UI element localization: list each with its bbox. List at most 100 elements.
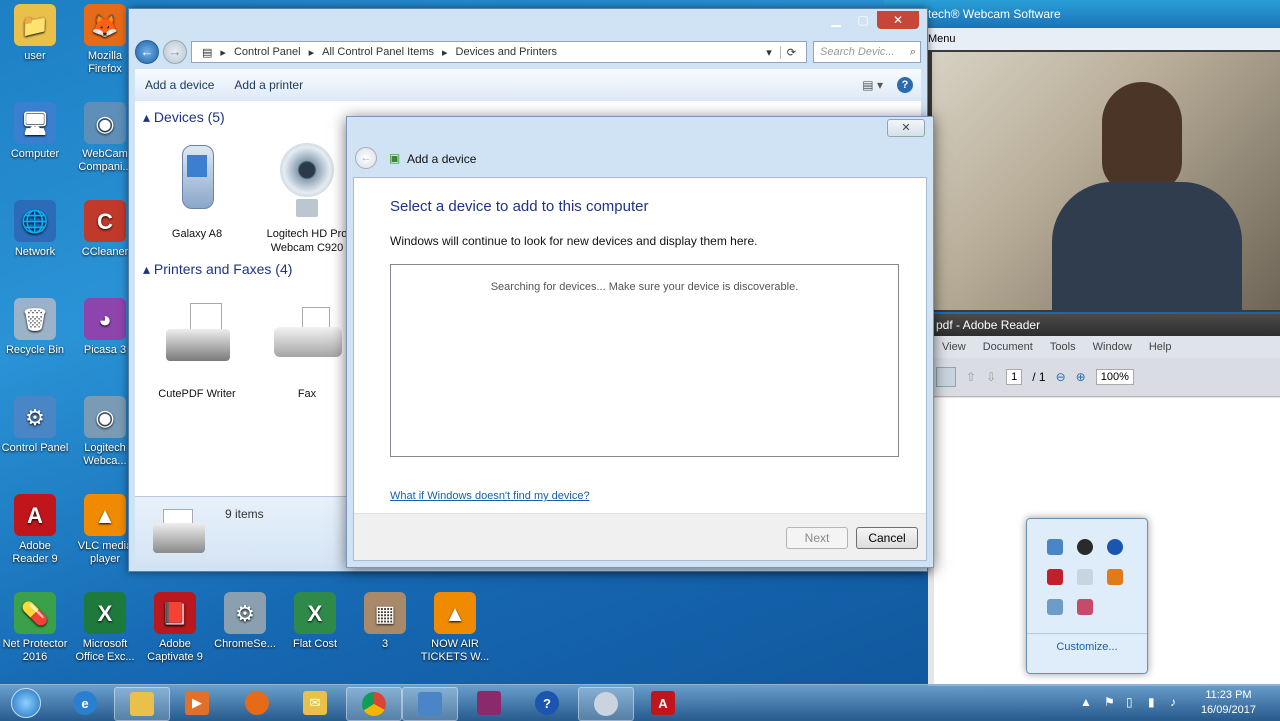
desktop-icon-glyph: ▲: [434, 592, 476, 634]
maximize-button[interactable]: ▢: [850, 11, 876, 29]
desktop-icon[interactable]: 📕 Adobe Captivate 9: [140, 592, 210, 664]
chrome-icon: [362, 692, 386, 716]
desktop-icon[interactable]: ⚙ Control Panel: [0, 396, 70, 455]
page-up-icon[interactable]: ⇧: [966, 370, 976, 384]
desktop-icon-glyph: 📁: [14, 4, 56, 46]
reader-menu-view[interactable]: View: [942, 341, 966, 353]
taskbar-ie[interactable]: e: [58, 687, 112, 719]
back-button[interactable]: ←: [135, 40, 159, 64]
search-input[interactable]: Search Devic... ⌕: [813, 41, 921, 63]
mail-icon: ✉: [303, 691, 327, 715]
print-icon[interactable]: [936, 367, 956, 387]
taskbar-winrar[interactable]: [462, 687, 516, 719]
desktop-icon[interactable]: 🌐 Network: [0, 200, 70, 259]
devices-group-header[interactable]: ▴ Devices (5): [143, 109, 225, 126]
taskbar-chrome[interactable]: [346, 687, 402, 721]
webcam-video-feed: [932, 52, 1280, 310]
device-list[interactable]: Searching for devices... Make sure your …: [390, 264, 899, 457]
desktop-icon[interactable]: A Adobe Reader 9: [0, 494, 70, 566]
address-dropdown-icon[interactable]: ▾: [766, 46, 772, 59]
taskbar-outlook[interactable]: ✉: [288, 687, 342, 719]
desktop-icon[interactable]: ▦ 3: [350, 592, 420, 651]
device-galaxy-a8[interactable]: Galaxy A8: [147, 141, 247, 241]
desktop-icon-glyph: 🗑: [14, 298, 56, 340]
add-printer-button[interactable]: Add a printer: [224, 78, 313, 92]
help-icon[interactable]: ?: [897, 77, 913, 93]
close-button[interactable]: ✕: [877, 11, 919, 29]
search-tray-icon[interactable]: [1047, 569, 1063, 585]
taskbar-media[interactable]: ▶: [170, 687, 224, 719]
printer-cutepdf[interactable]: CutePDF Writer: [147, 301, 247, 401]
webcam-tray-icon[interactable]: [1077, 569, 1093, 585]
taskbar-firefox[interactable]: [230, 687, 284, 719]
add-device-button[interactable]: Add a device: [135, 78, 224, 92]
add-device-dialog[interactable]: ✕ ← ▣ Add a device Select a device to ad…: [346, 116, 934, 568]
devices-group-label: Devices (5): [153, 109, 225, 125]
desktop-icon[interactable]: X Flat Cost: [280, 592, 350, 651]
desktop-icon[interactable]: ⚙ ChromeSe...: [210, 592, 280, 651]
reader-menu-bar: View Document Tools Window Help: [928, 336, 1280, 358]
breadcrumb-control-panel[interactable]: Control Panel: [234, 46, 301, 58]
zoom-out-icon[interactable]: ⊖: [1056, 370, 1066, 384]
desktop-icon[interactable]: X Microsoft Office Exc...: [70, 592, 140, 664]
reader-menu-window[interactable]: Window: [1093, 341, 1132, 353]
desktop-icon[interactable]: ▲ NOW AIR TICKETS W...: [420, 592, 490, 664]
app-tray-icon[interactable]: [1077, 599, 1093, 615]
desktop-icon-label: Network: [14, 246, 56, 258]
printer-fax[interactable]: Fax: [257, 301, 357, 401]
taskbar-control-panel[interactable]: [402, 687, 458, 721]
webcam-software-window[interactable]: tech® Webcam Software Menu: [884, 0, 1280, 312]
next-button[interactable]: Next: [786, 527, 848, 549]
refresh-icon[interactable]: ⟳: [779, 45, 802, 59]
device-logitech-webcam[interactable]: Logitech HD Pro Webcam C920: [257, 141, 357, 255]
taskbar-adobe-reader[interactable]: A: [636, 687, 690, 719]
dialog-back-button[interactable]: ←: [355, 147, 377, 169]
reader-menu-document[interactable]: Document: [983, 341, 1033, 353]
page-down-icon[interactable]: ⇩: [986, 370, 996, 384]
taskbar-help[interactable]: ?: [520, 687, 574, 719]
reader-menu-help[interactable]: Help: [1149, 341, 1172, 353]
minimize-button[interactable]: ▁: [823, 11, 849, 29]
address-bar[interactable]: ▤ ▸ Control Panel ▸ All Control Panel It…: [191, 41, 807, 63]
user-tray-icon[interactable]: [1077, 539, 1093, 555]
zoom-level[interactable]: 100%: [1095, 369, 1134, 385]
breadcrumb-all-items[interactable]: All Control Panel Items: [322, 46, 434, 58]
action-center-icon[interactable]: ⚑: [1104, 695, 1115, 709]
reader-menu-tools[interactable]: Tools: [1050, 341, 1076, 353]
phone-icon: [162, 141, 232, 221]
cancel-button[interactable]: Cancel: [856, 527, 918, 549]
power-icon[interactable]: ▯: [1126, 695, 1133, 709]
printers-group-header[interactable]: ▴ Printers and Faxes (4): [143, 261, 292, 278]
breadcrumb-devices-printers[interactable]: Devices and Printers: [456, 46, 558, 58]
desktop-icon[interactable]: 🖥 Computer: [0, 102, 70, 161]
security-tray-icon[interactable]: [1107, 569, 1123, 585]
start-button[interactable]: [6, 687, 46, 719]
taskbar-webcam[interactable]: [578, 687, 634, 721]
volume-icon[interactable]: ♪: [1170, 695, 1176, 709]
show-hidden-icons-icon[interactable]: ▲: [1080, 695, 1092, 709]
desktop-icon[interactable]: 📁 user: [0, 4, 70, 63]
page-number-input[interactable]: 1: [1006, 369, 1023, 385]
view-options-icon[interactable]: ▤ ▾: [862, 78, 883, 92]
desktop-icon-glyph: 📕: [154, 592, 196, 634]
search-icon[interactable]: ⌕: [910, 42, 916, 62]
webcam-menu[interactable]: Menu: [884, 28, 1280, 50]
help-link[interactable]: What if Windows doesn't find my device?: [390, 490, 590, 502]
dialog-close-button[interactable]: ✕: [887, 119, 925, 137]
address-bar-row: ← → ▤ ▸ Control Panel ▸ All Control Pane…: [135, 39, 921, 65]
fax-icon: [272, 301, 342, 381]
desktop-icon-label: Microsoft Office Exc...: [75, 638, 135, 663]
desktop-icon-label: Computer: [10, 148, 60, 160]
desktop-icon[interactable]: 💊 Net Protector 2016: [0, 592, 70, 664]
desktop-icon[interactable]: 🗑 Recycle Bin: [0, 298, 70, 357]
firefox-icon: [245, 691, 269, 715]
network-signal-icon[interactable]: ▮: [1148, 695, 1155, 709]
zoom-in-icon[interactable]: ⊕: [1076, 370, 1086, 384]
network-tray-icon[interactable]: [1047, 539, 1063, 555]
taskbar-explorer[interactable]: [114, 687, 170, 721]
forward-button[interactable]: →: [163, 40, 187, 64]
clock[interactable]: 11:23 PM 16/09/2017: [1201, 688, 1256, 718]
tool-tray-icon[interactable]: [1047, 599, 1063, 615]
customize-link[interactable]: Customize...: [1027, 641, 1147, 653]
bluetooth-tray-icon[interactable]: [1107, 539, 1123, 555]
